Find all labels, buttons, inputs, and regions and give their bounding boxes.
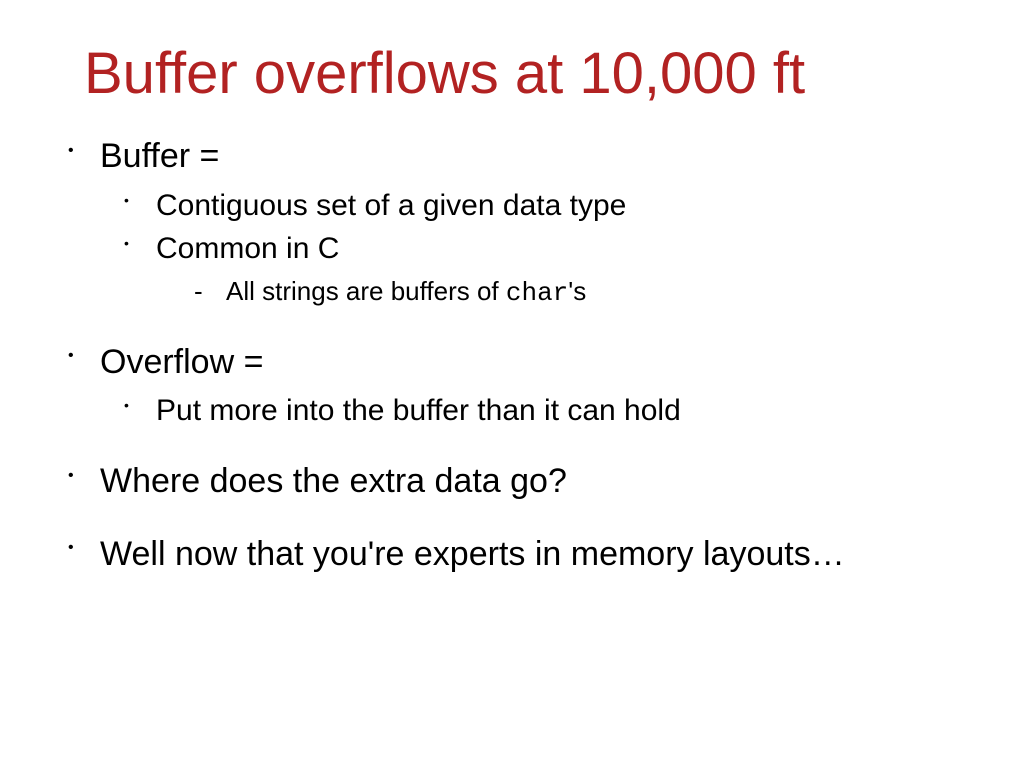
bullet-overflow-label: Overflow = — [100, 343, 263, 381]
overflow-sub-put-text: Put more into the buffer than it can hol… — [156, 394, 681, 427]
bullet-buffer-label: Buffer = — [100, 137, 219, 175]
buffer-sublist: Contiguous set of a given data type Comm… — [100, 186, 964, 311]
buffer-strings-prefix: All strings are buffers of — [226, 276, 506, 306]
slide: Buffer overflows at 10,000 ft Buffer = C… — [0, 0, 1024, 768]
bullet-where: Where does the extra data go? — [60, 460, 964, 503]
bullet-overflow: Overflow = Put more into the buffer than… — [60, 341, 964, 431]
slide-title: Buffer overflows at 10,000 ft — [60, 40, 964, 107]
bullet-buffer: Buffer = Contiguous set of a given data … — [60, 135, 964, 311]
bullet-list: Buffer = Contiguous set of a given data … — [60, 135, 964, 575]
bullet-well-text: Well now that you're experts in memory l… — [100, 535, 845, 573]
buffer-sub-contiguous-text: Contiguous set of a given data type — [156, 189, 626, 222]
buffer-sub-sublist: All strings are buffers of char's — [156, 274, 964, 311]
bullet-well: Well now that you're experts in memory l… — [60, 533, 964, 576]
buffer-sub-contiguous: Contiguous set of a given data type — [100, 186, 964, 225]
buffer-strings-item: All strings are buffers of char's — [156, 274, 964, 311]
buffer-strings-suffix: 's — [568, 276, 586, 306]
bullet-where-text: Where does the extra data go? — [100, 462, 567, 500]
overflow-sublist: Put more into the buffer than it can hol… — [100, 391, 964, 430]
buffer-strings-code: char — [506, 278, 568, 308]
buffer-sub-common-text: Common in C — [156, 232, 339, 265]
buffer-sub-common: Common in C All strings are buffers of c… — [100, 229, 964, 311]
overflow-sub-put: Put more into the buffer than it can hol… — [100, 391, 964, 430]
